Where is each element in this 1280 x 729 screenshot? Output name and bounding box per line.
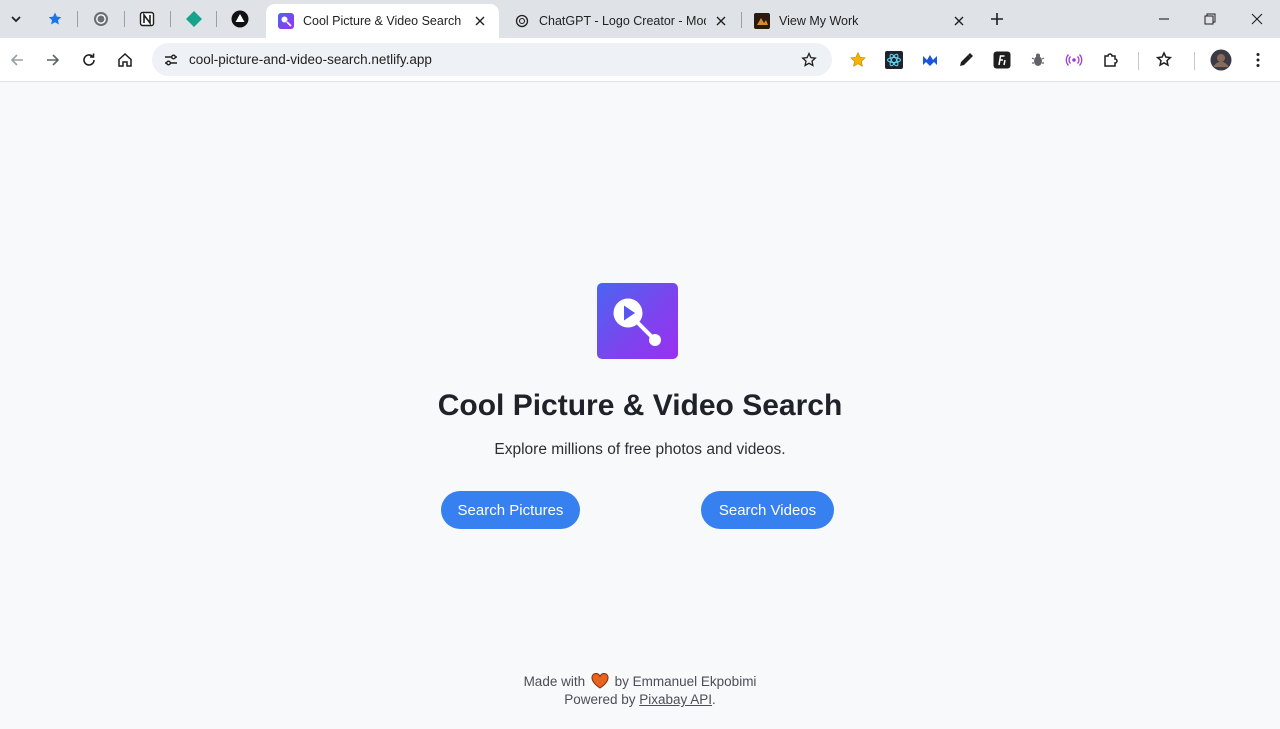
footer-powered: Powered by Pixabay API. xyxy=(0,692,1280,707)
browser-toolbar: cool-picture-and-video-search.netlify.ap… xyxy=(0,38,1280,82)
portfolio-icon xyxy=(754,13,770,29)
extensions-menu-button[interactable] xyxy=(1100,49,1122,71)
diamond-icon xyxy=(186,11,202,27)
search-pictures-button[interactable]: Search Pictures xyxy=(441,491,580,529)
footer-author: by Emmanuel Ekpobimi xyxy=(614,674,757,689)
favorite-star-icon xyxy=(850,51,866,67)
extension-color-picker[interactable] xyxy=(955,49,977,71)
tab-close-button[interactable] xyxy=(712,12,730,30)
new-tab-button[interactable] xyxy=(985,7,1009,31)
minimize-icon xyxy=(1159,18,1169,20)
font-icon xyxy=(993,51,1011,69)
tab-title: ChatGPT - Logo Creator - Mode xyxy=(539,14,706,28)
pinned-tab-diamond[interactable] xyxy=(183,8,205,30)
pinned-tab-whatsapp[interactable] xyxy=(90,8,112,30)
tab-favicon xyxy=(278,13,294,29)
plus-icon xyxy=(991,13,1003,25)
chevron-down-icon xyxy=(11,16,21,23)
minimize-button[interactable] xyxy=(1141,0,1187,38)
bookmarks-button[interactable] xyxy=(1154,49,1176,71)
extension-react-devtools[interactable] xyxy=(883,49,905,71)
more-vertical-icon xyxy=(1256,53,1260,67)
close-icon xyxy=(1251,13,1263,25)
tab-favicon xyxy=(514,13,530,29)
notion-icon xyxy=(139,11,155,27)
avatar-icon xyxy=(1210,49,1232,71)
tab-title: View My Work xyxy=(779,14,859,28)
puzzle-icon xyxy=(1104,53,1118,67)
openai-icon xyxy=(515,14,529,28)
app-logo-icon xyxy=(278,13,294,29)
tab-close-button[interactable] xyxy=(950,12,968,30)
arrow-left-icon xyxy=(10,54,23,66)
home-button[interactable] xyxy=(111,46,139,74)
tab-chatgpt-logo-creator[interactable]: ChatGPT - Logo Creator - Mode xyxy=(502,4,740,38)
browser-menu-button[interactable] xyxy=(1247,49,1269,71)
address-bar[interactable]: cool-picture-and-video-search.netlify.ap… xyxy=(152,43,832,76)
malwarebytes-icon xyxy=(923,55,937,66)
home-icon xyxy=(118,52,132,67)
bookmark-page-button[interactable] xyxy=(798,49,820,71)
forward-button[interactable] xyxy=(39,46,67,74)
tab-view-my-work[interactable]: View My Work xyxy=(742,4,978,38)
tab-cool-picture-video-search[interactable]: Cool Picture & Video Search xyxy=(266,4,499,38)
extension-broadcast[interactable] xyxy=(1063,49,1085,71)
footer-powered-by: Powered by xyxy=(564,692,636,707)
close-icon xyxy=(716,16,726,26)
page-title: Cool Picture & Video Search xyxy=(437,389,843,422)
page-subtitle: Explore millions of free photos and vide… xyxy=(494,441,786,458)
pinned-tab-notion[interactable] xyxy=(136,8,158,30)
tab-strip: Cool Picture & Video Search ChatGPT - Lo… xyxy=(0,0,1280,38)
eyedropper-icon xyxy=(960,53,973,66)
bookmark-star-icon xyxy=(48,12,62,25)
heart-icon xyxy=(591,673,609,689)
broadcast-icon xyxy=(1065,54,1083,66)
close-window-button[interactable] xyxy=(1234,0,1280,38)
footer-period: . xyxy=(712,692,716,707)
tab-close-button[interactable] xyxy=(471,12,489,30)
restore-button[interactable] xyxy=(1187,0,1233,38)
star-outline-icon xyxy=(801,52,817,67)
tab-search-button[interactable] xyxy=(4,7,28,31)
close-icon xyxy=(475,16,485,26)
close-icon xyxy=(954,16,964,26)
tab-title: Cool Picture & Video Search xyxy=(303,14,462,28)
app-logo xyxy=(597,283,678,359)
whatsapp-icon xyxy=(94,12,108,26)
restore-icon xyxy=(1204,13,1216,25)
back-button[interactable] xyxy=(3,46,31,74)
extension-favorites[interactable] xyxy=(847,49,869,71)
play-search-icon xyxy=(613,298,661,346)
triangle-logo-icon xyxy=(231,10,249,28)
star-list-icon xyxy=(1156,51,1173,67)
reload-icon xyxy=(83,53,95,66)
bug-icon xyxy=(1031,53,1045,66)
tune-icon xyxy=(165,54,177,66)
extension-fonts[interactable] xyxy=(991,49,1013,71)
extension-malwarebytes[interactable] xyxy=(919,49,941,71)
footer-made-with: Made with xyxy=(523,674,586,689)
profile-avatar[interactable] xyxy=(1210,49,1232,71)
pinned-tab-bookmarks[interactable] xyxy=(44,8,66,30)
footer-credit: Made with by Emmanuel Ekpobimi xyxy=(0,673,1280,689)
react-devtools-icon xyxy=(885,51,903,69)
pinned-tab-triangle[interactable] xyxy=(229,8,251,30)
tab-favicon xyxy=(754,13,770,29)
address-url: cool-picture-and-video-search.netlify.ap… xyxy=(189,52,432,67)
extension-bug-tracker[interactable] xyxy=(1027,49,1049,71)
reload-button[interactable] xyxy=(75,46,103,74)
search-videos-button[interactable]: Search Videos xyxy=(701,491,834,529)
site-info-button[interactable] xyxy=(160,49,182,71)
pixabay-api-link[interactable]: Pixabay API xyxy=(639,692,712,707)
arrow-right-icon xyxy=(47,54,60,66)
